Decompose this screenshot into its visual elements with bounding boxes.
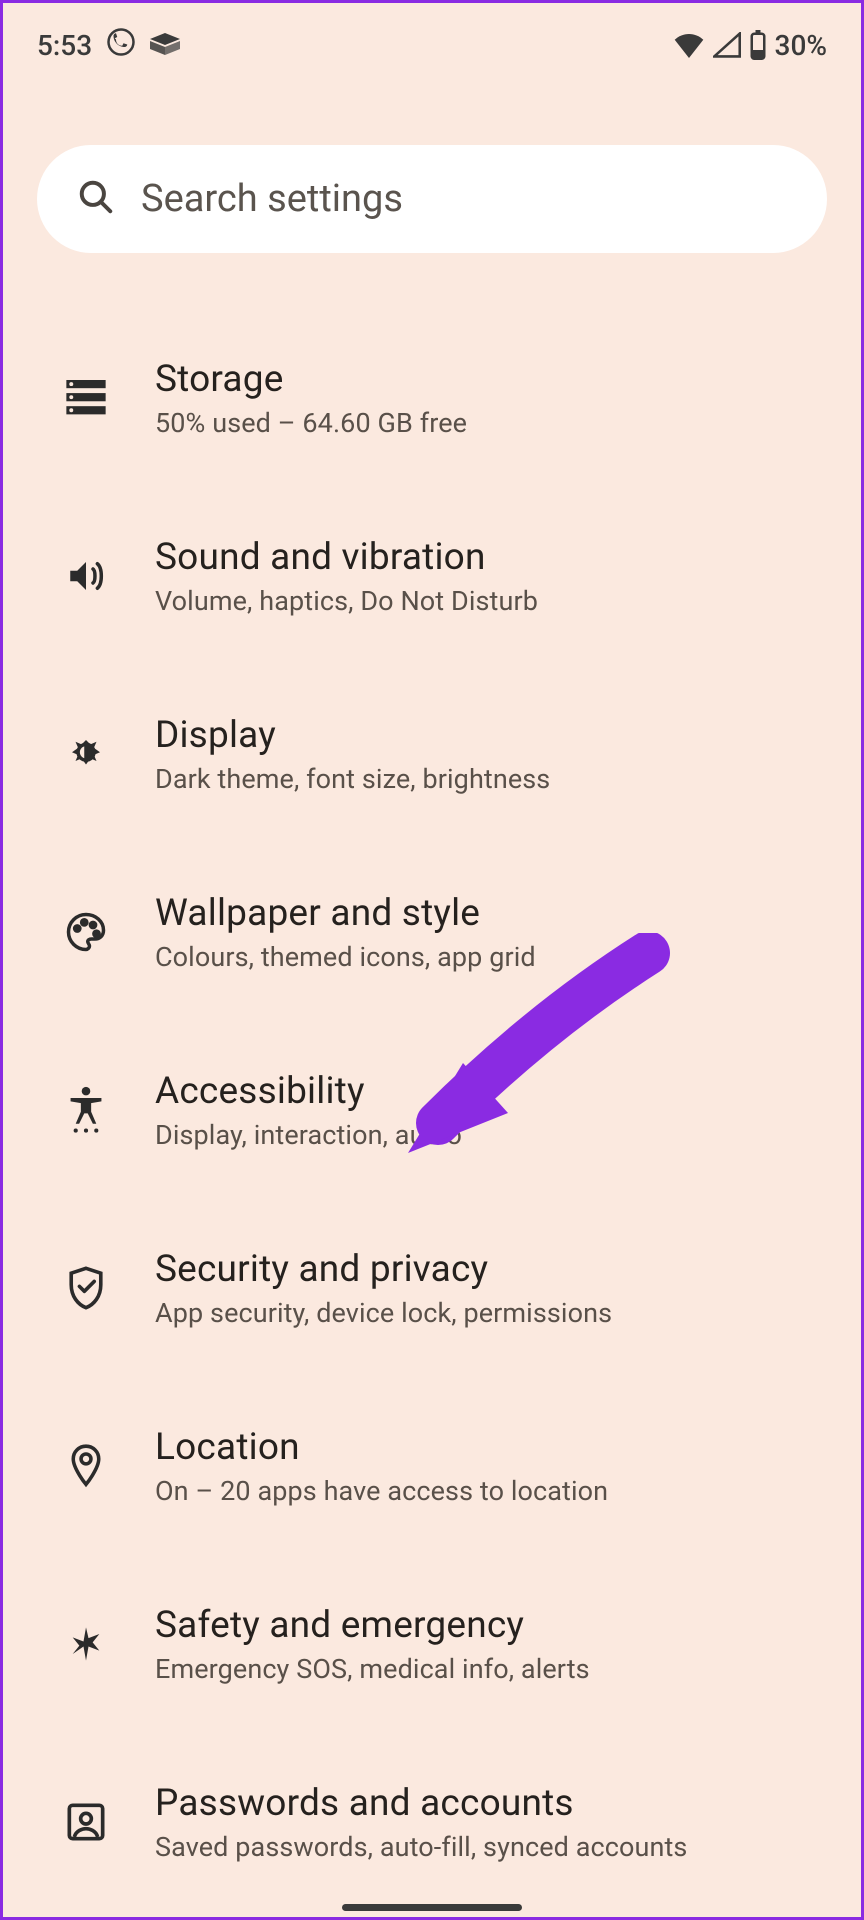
search-bar[interactable] <box>37 145 827 253</box>
palette-icon <box>63 909 109 955</box>
status-bar: 5:53 <box>3 3 861 73</box>
status-right: 30% <box>673 29 827 62</box>
settings-item-safety[interactable]: Safety and emergency Emergency SOS, medi… <box>3 1569 861 1719</box>
battery-icon <box>749 30 767 60</box>
item-title: Wallpaper and style <box>155 892 536 935</box>
item-title: Safety and emergency <box>155 1604 590 1647</box>
settings-item-location[interactable]: Location On – 20 apps have access to loc… <box>3 1391 861 1541</box>
settings-item-passwords[interactable]: Passwords and accounts Saved passwords, … <box>3 1747 861 1897</box>
item-subtitle: Saved passwords, auto-fill, synced accou… <box>155 1831 687 1863</box>
search-icon <box>77 178 115 220</box>
settings-list: Storage 50% used – 64.60 GB free Sound a… <box>3 323 861 1897</box>
item-subtitle: Emergency SOS, medical info, alerts <box>155 1653 590 1685</box>
search-input[interactable] <box>141 177 787 221</box>
item-title: Security and privacy <box>155 1248 612 1291</box>
nav-indicator <box>342 1904 522 1911</box>
accessibility-icon <box>63 1087 109 1133</box>
wifi-icon <box>673 32 705 58</box>
item-title: Accessibility <box>155 1070 462 1113</box>
item-subtitle: Display, interaction, audio <box>155 1119 462 1151</box>
settings-item-security[interactable]: Security and privacy App security, devic… <box>3 1213 861 1363</box>
settings-item-sound[interactable]: Sound and vibration Volume, haptics, Do … <box>3 501 861 651</box>
item-subtitle: App security, device lock, permissions <box>155 1297 612 1329</box>
item-title: Storage <box>155 358 467 401</box>
status-left: 5:53 <box>37 27 180 64</box>
package-icon <box>150 29 180 62</box>
item-title: Passwords and accounts <box>155 1782 687 1825</box>
settings-item-display[interactable]: Display Dark theme, font size, brightnes… <box>3 679 861 829</box>
account-box-icon <box>63 1799 109 1845</box>
sound-icon <box>63 553 109 599</box>
item-subtitle: On – 20 apps have access to location <box>155 1475 608 1507</box>
location-pin-icon <box>63 1443 109 1489</box>
settings-item-accessibility[interactable]: Accessibility Display, interaction, audi… <box>3 1035 861 1185</box>
settings-item-storage[interactable]: Storage 50% used – 64.60 GB free <box>3 323 861 473</box>
item-subtitle: 50% used – 64.60 GB free <box>155 407 467 439</box>
asterisk-icon <box>63 1621 109 1667</box>
item-subtitle: Dark theme, font size, brightness <box>155 763 550 795</box>
item-subtitle: Volume, haptics, Do Not Disturb <box>155 585 538 617</box>
item-title: Location <box>155 1426 608 1469</box>
storage-icon <box>63 375 109 421</box>
status-time: 5:53 <box>37 29 92 62</box>
item-title: Sound and vibration <box>155 536 538 579</box>
status-battery-text: 30% <box>775 29 827 62</box>
display-icon <box>63 731 109 777</box>
item-subtitle: Colours, themed icons, app grid <box>155 941 536 973</box>
item-title: Display <box>155 714 550 757</box>
whatsapp-icon <box>106 27 136 64</box>
signal-icon <box>713 32 741 58</box>
settings-item-wallpaper[interactable]: Wallpaper and style Colours, themed icon… <box>3 857 861 1007</box>
shield-check-icon <box>63 1265 109 1311</box>
